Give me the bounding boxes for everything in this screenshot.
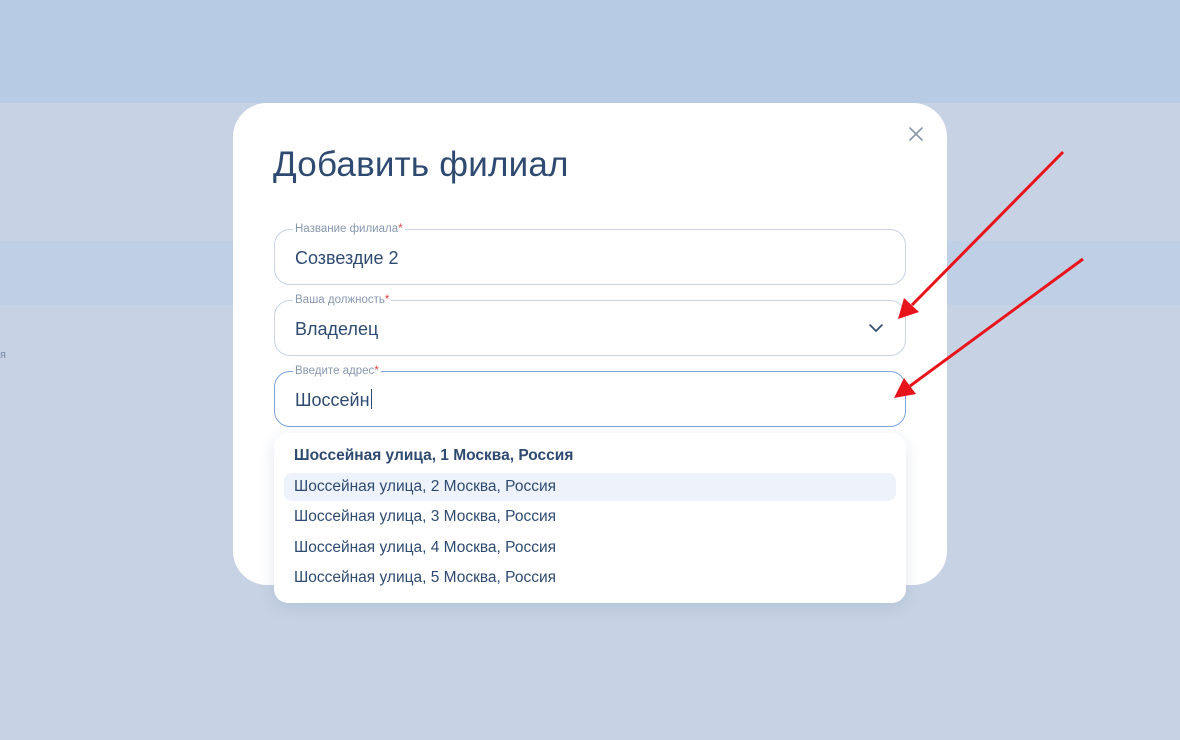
address-suggestions-dropdown: Шоссейная улица, 1 Москва, Россия Шоссей… [274, 433, 906, 603]
background-topbar [0, 0, 1180, 103]
branch-name-field[interactable]: Название филиала* Созвездие 2 [274, 222, 906, 285]
close-icon[interactable] [906, 124, 926, 144]
suggestion-item[interactable]: Шоссейная улица, 4 Москва, Россия [284, 534, 896, 562]
chevron-down-icon[interactable] [867, 321, 885, 335]
modal-title: Добавить филиал [273, 145, 569, 184]
suggestion-item[interactable]: Шоссейная улица, 5 Москва, Россия [284, 564, 896, 592]
suggestion-item[interactable]: Шоссейная улица, 1 Москва, Россия [284, 442, 896, 470]
branch-name-value: Созвездие 2 [295, 248, 399, 268]
branch-name-label: Название филиала* [293, 222, 405, 236]
background-edge-text: я [0, 349, 6, 361]
text-caret [370, 389, 372, 409]
address-input[interactable]: Введите адрес* Шоссейн [274, 364, 906, 427]
address-value: Шоссейн [295, 389, 372, 410]
address-label: Введите адрес* [293, 364, 381, 378]
suggestion-item[interactable]: Шоссейная улица, 2 Москва, Россия [284, 473, 896, 501]
position-value: Владелец [295, 319, 379, 339]
position-select[interactable]: Ваша должность* Владелец [274, 293, 906, 356]
position-label: Ваша должность* [293, 293, 392, 307]
suggestion-item[interactable]: Шоссейная улица, 3 Москва, Россия [284, 503, 896, 531]
